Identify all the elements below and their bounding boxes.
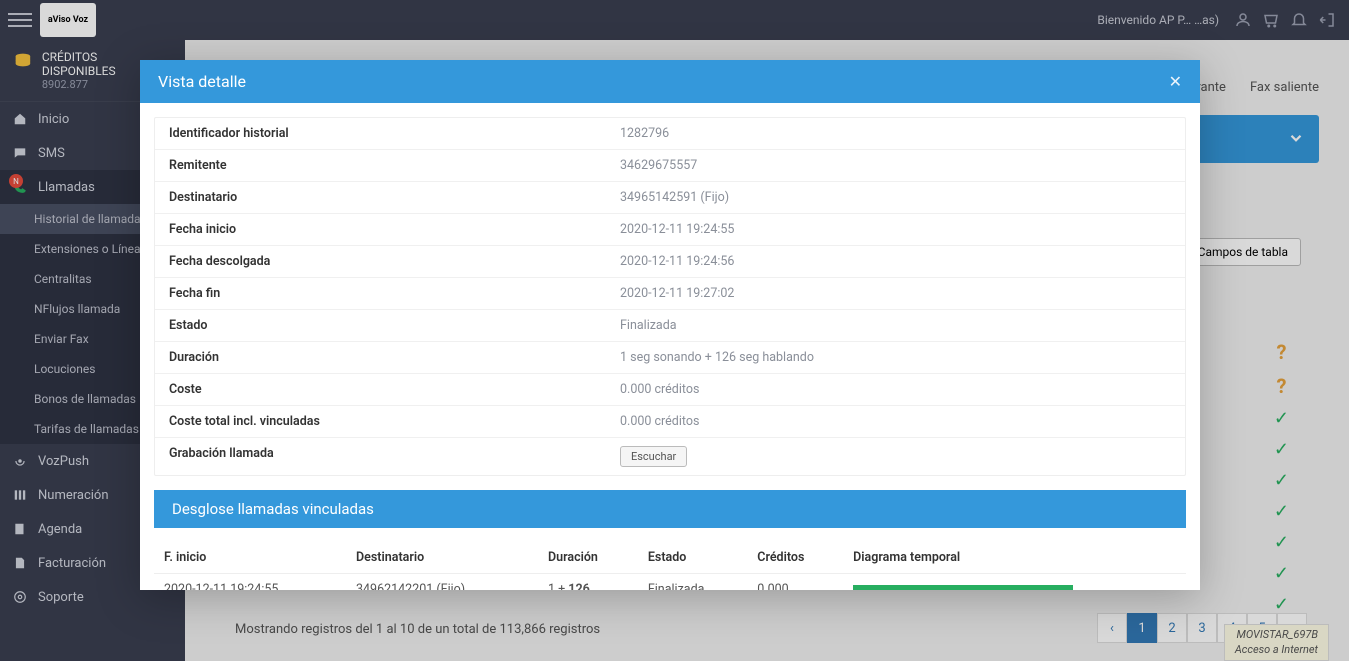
detail-value: Escuchar	[610, 438, 1185, 475]
detail-value: 2020-12-11 19:27:02	[610, 278, 1185, 309]
detail-row: Identificador historial1282796	[155, 118, 1185, 150]
detail-row: Fecha fin2020-12-11 19:27:02	[155, 278, 1185, 310]
table-header: Créditos	[747, 542, 843, 574]
modal-vista-detalle: Vista detalle ✕ Identificador historial1…	[140, 60, 1200, 590]
detail-label: Fecha descolgada	[155, 246, 610, 277]
detail-row: Remitente34629675557	[155, 150, 1185, 182]
detail-label: Grabación llamada	[155, 438, 610, 475]
detail-table: Identificador historial1282796Remitente3…	[154, 117, 1186, 476]
modal-header: Vista detalle ✕	[140, 60, 1200, 103]
table-header: Diagrama temporal	[843, 542, 1186, 574]
table-cell: Finalizada	[638, 574, 747, 591]
detail-label: Coste total incl. vinculadas	[155, 406, 610, 437]
table-cell: 2020-12-11 19:24:55	[154, 574, 346, 591]
detail-row: Fecha descolgada2020-12-11 19:24:56	[155, 246, 1185, 278]
table-header: Duración	[538, 542, 638, 574]
detail-label: Duración	[155, 342, 610, 373]
detail-value: 34629675557	[610, 150, 1185, 181]
detail-label: Fecha fin	[155, 278, 610, 309]
detail-row: Destinatario34965142591 (Fijo)	[155, 182, 1185, 214]
modal-title: Vista detalle	[158, 72, 246, 91]
detail-value: 0.000 créditos	[610, 374, 1185, 405]
detail-row: Grabación llamada Escuchar	[155, 438, 1185, 475]
detail-label: Estado	[155, 310, 610, 341]
linked-calls-header: Desglose llamadas vinculadas	[154, 490, 1186, 528]
detail-value: 2020-12-11 19:24:56	[610, 246, 1185, 277]
detail-row: Duración1 seg sonando + 126 seg hablando	[155, 342, 1185, 374]
table-header: Estado	[638, 542, 747, 574]
detail-row: Coste total incl. vinculadas0.000 crédit…	[155, 406, 1185, 438]
duration-bar	[853, 585, 1073, 590]
table-row: 2020-12-11 19:24:5534962142201 (Fijo)1 +…	[154, 574, 1186, 591]
detail-value: Finalizada	[610, 310, 1185, 341]
detail-value: 2020-12-11 19:24:55	[610, 214, 1185, 245]
table-cell	[843, 574, 1186, 591]
detail-row: EstadoFinalizada	[155, 310, 1185, 342]
table-cell: 34962142201 (Fijo)	[346, 574, 538, 591]
table-header: F. inicio	[154, 542, 346, 574]
table-header: Destinatario	[346, 542, 538, 574]
detail-value: 1282796	[610, 118, 1185, 149]
detail-label: Remitente	[155, 150, 610, 181]
listen-button[interactable]: Escuchar	[620, 446, 687, 467]
detail-value: 1 seg sonando + 126 seg hablando	[610, 342, 1185, 373]
detail-label: Identificador historial	[155, 118, 610, 149]
detail-label: Fecha inicio	[155, 214, 610, 245]
detail-row: Fecha inicio2020-12-11 19:24:55	[155, 214, 1185, 246]
close-icon[interactable]: ✕	[1169, 72, 1182, 91]
detail-label: Destinatario	[155, 182, 610, 213]
detail-label: Coste	[155, 374, 610, 405]
detail-value: 0.000 créditos	[610, 406, 1185, 437]
table-cell: 1 + 126	[538, 574, 638, 591]
table-cell: 0.000	[747, 574, 843, 591]
detail-value: 34965142591 (Fijo)	[610, 182, 1185, 213]
detail-row: Coste0.000 créditos	[155, 374, 1185, 406]
linked-calls-table: F. inicioDestinatarioDuraciónEstadoCrédi…	[154, 542, 1186, 590]
